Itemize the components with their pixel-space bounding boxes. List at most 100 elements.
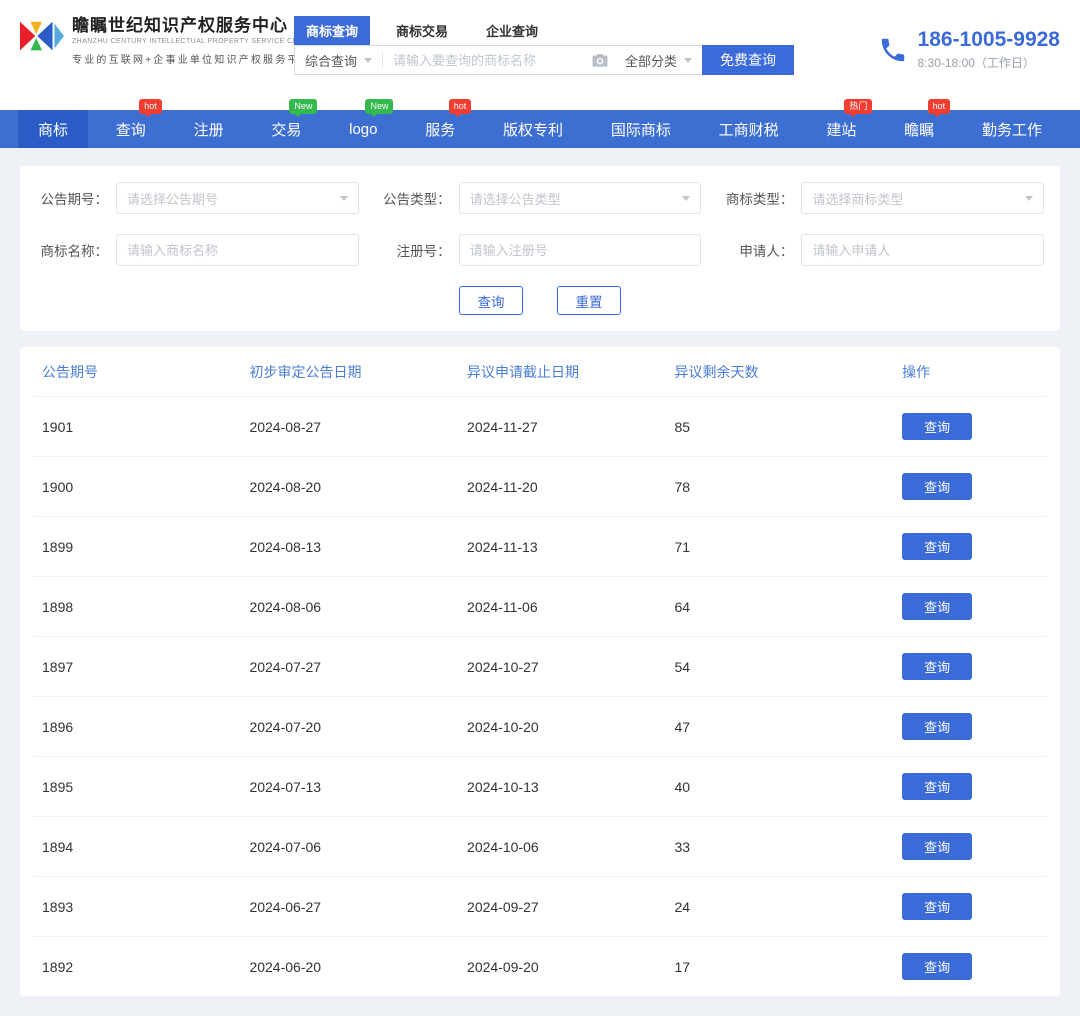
row-query-button[interactable]: 查询 bbox=[902, 533, 972, 560]
filter-actions: 查询 重置 bbox=[36, 286, 1044, 315]
table-row: 18932024-06-272024-09-2724查询 bbox=[34, 877, 1046, 937]
cell-deadline: 2024-11-20 bbox=[459, 457, 666, 517]
reset-button[interactable]: 重置 bbox=[557, 286, 621, 315]
nav-item-label: 国际商标 bbox=[611, 119, 671, 140]
cell-deadline: 2024-10-27 bbox=[459, 637, 666, 697]
query-button[interactable]: 查询 bbox=[459, 286, 523, 315]
column-header: 初步审定公告日期 bbox=[241, 347, 459, 397]
table-header-row: 公告期号初步审定公告日期异议申请截止日期异议剩余天数操作 bbox=[34, 347, 1046, 397]
nav-item-search[interactable]: 查询hot bbox=[96, 110, 166, 148]
header-search-block: 商标查询商标交易企业查询 综合查询 全部分类 bbox=[294, 16, 794, 75]
trademark-type-select[interactable]: 请选择商标类型 bbox=[801, 182, 1044, 214]
nav-item-label: 瞻瞩 bbox=[904, 119, 934, 140]
cell-deadline: 2024-11-06 bbox=[459, 577, 666, 637]
cell-days_left: 17 bbox=[666, 937, 894, 997]
tab-trademark-search[interactable]: 商标查询 bbox=[294, 16, 370, 45]
trademark-name-input[interactable] bbox=[116, 234, 359, 266]
logo-tagline: 专业的互联网+企事业单位知识产权服务平台 bbox=[72, 51, 318, 66]
results-table: 公告期号初步审定公告日期异议申请截止日期异议剩余天数操作 19012024-08… bbox=[34, 347, 1046, 996]
cell-action: 查询 bbox=[894, 937, 1046, 997]
row-query-button[interactable]: 查询 bbox=[902, 773, 972, 800]
cell-period: 1900 bbox=[34, 457, 241, 517]
table-row: 18982024-08-062024-11-0664查询 bbox=[34, 577, 1046, 637]
free-search-button[interactable]: 免费查询 bbox=[702, 45, 794, 75]
phone-number: 186-1005-9928 bbox=[918, 28, 1060, 51]
cell-period: 1892 bbox=[34, 937, 241, 997]
table-row: 18942024-07-062024-10-0633查询 bbox=[34, 817, 1046, 877]
row-query-button[interactable]: 查询 bbox=[902, 593, 972, 620]
camera-icon[interactable] bbox=[585, 51, 615, 69]
cell-pub_date: 2024-08-13 bbox=[241, 517, 459, 577]
column-header: 异议申请截止日期 bbox=[459, 347, 666, 397]
filter-field-registration-number: 注册号： bbox=[379, 234, 702, 266]
nav-item-zhanzhu[interactable]: 瞻瞩hot bbox=[884, 110, 954, 148]
cell-deadline: 2024-10-06 bbox=[459, 817, 666, 877]
page: 瞻瞩世纪知识产权服务中心 ZHANZHU CENTURY INTELLECTUA… bbox=[0, 0, 1080, 996]
row-query-button[interactable]: 查询 bbox=[902, 713, 972, 740]
cell-period: 1893 bbox=[34, 877, 241, 937]
nav-item-copyright-patent[interactable]: 版权专利 bbox=[483, 110, 583, 148]
tab-company-search[interactable]: 企业查询 bbox=[474, 16, 550, 45]
nav-item-intl-trademark[interactable]: 国际商标 bbox=[591, 110, 691, 148]
row-query-button[interactable]: 查询 bbox=[902, 653, 972, 680]
filter-rows: 公告期号：请选择公告期号公告类型：请选择公告类型商标类型：请选择商标类型商标名称… bbox=[36, 182, 1044, 266]
tab-trademark-trade[interactable]: 商标交易 bbox=[384, 16, 460, 45]
row-query-button[interactable]: 查询 bbox=[902, 833, 972, 860]
nav-item-service[interactable]: 服务hot bbox=[405, 110, 475, 148]
nav-item-business-finance-tax[interactable]: 工商财税 bbox=[699, 110, 799, 148]
nav-badge: New bbox=[289, 99, 317, 114]
class-filter-label: 全部分类 bbox=[625, 51, 677, 70]
row-query-button[interactable]: 查询 bbox=[902, 953, 972, 980]
cell-pub_date: 2024-07-13 bbox=[241, 757, 459, 817]
table-head: 公告期号初步审定公告日期异议申请截止日期异议剩余天数操作 bbox=[34, 347, 1046, 397]
cell-pub_date: 2024-08-20 bbox=[241, 457, 459, 517]
select-placeholder: 请选择商标类型 bbox=[812, 189, 903, 208]
filter-label: 公告期号： bbox=[36, 188, 116, 208]
nav-item-logo[interactable]: logoNew bbox=[329, 110, 397, 148]
cell-days_left: 64 bbox=[666, 577, 894, 637]
nav-item-label: 勤务工作 bbox=[982, 119, 1042, 140]
filter-label: 申请人： bbox=[721, 240, 801, 260]
announcement-type-select[interactable]: 请选择公告类型 bbox=[459, 182, 702, 214]
cell-days_left: 78 bbox=[666, 457, 894, 517]
select-placeholder: 请选择公告期号 bbox=[127, 189, 218, 208]
business-hours: 8:30-18:00（工作日） bbox=[918, 54, 1060, 71]
nav-item-trademark[interactable]: 商标 bbox=[18, 110, 88, 148]
cell-period: 1899 bbox=[34, 517, 241, 577]
main-nav: 商标查询hot注册交易NewlogoNew服务hot版权专利国际商标工商财税建站… bbox=[0, 110, 1080, 148]
cell-pub_date: 2024-07-20 bbox=[241, 697, 459, 757]
applicant-input[interactable] bbox=[801, 234, 1044, 266]
chevron-down-icon bbox=[684, 58, 692, 63]
nav-item-service-work[interactable]: 勤务工作 bbox=[962, 110, 1062, 148]
search-category-dropdown[interactable]: 综合查询 bbox=[295, 51, 383, 69]
nav-badge: hot bbox=[139, 99, 162, 114]
cell-action: 查询 bbox=[894, 817, 1046, 877]
contact-info: 186-1005-9928 8:30-18:00（工作日） bbox=[878, 16, 1060, 71]
filter-row: 公告期号：请选择公告期号公告类型：请选择公告类型商标类型：请选择商标类型 bbox=[36, 182, 1044, 214]
cell-days_left: 33 bbox=[666, 817, 894, 877]
nav-item-label: 建站 bbox=[826, 119, 856, 140]
cell-action: 查询 bbox=[894, 577, 1046, 637]
table-row: 18992024-08-132024-11-1371查询 bbox=[34, 517, 1046, 577]
search-input[interactable] bbox=[383, 46, 585, 74]
contact-text: 186-1005-9928 8:30-18:00（工作日） bbox=[918, 28, 1060, 71]
filter-label: 注册号： bbox=[379, 240, 459, 260]
cell-deadline: 2024-09-27 bbox=[459, 877, 666, 937]
nav-item-website-build[interactable]: 建站热门 bbox=[806, 110, 876, 148]
cell-action: 查询 bbox=[894, 697, 1046, 757]
cell-period: 1901 bbox=[34, 397, 241, 457]
cell-pub_date: 2024-08-06 bbox=[241, 577, 459, 637]
select-placeholder: 请选择公告类型 bbox=[470, 189, 561, 208]
nav-item-register[interactable]: 注册 bbox=[174, 110, 244, 148]
nav-item-label: 注册 bbox=[194, 119, 224, 140]
nav-item-label: 版权专利 bbox=[503, 119, 563, 140]
row-query-button[interactable]: 查询 bbox=[902, 413, 972, 440]
row-query-button[interactable]: 查询 bbox=[902, 473, 972, 500]
registration-number-input[interactable] bbox=[459, 234, 702, 266]
announcement-period-select[interactable]: 请选择公告期号 bbox=[116, 182, 359, 214]
site-logo[interactable]: 瞻瞩世纪知识产权服务中心 ZHANZHU CENTURY INTELLECTUA… bbox=[20, 16, 288, 66]
nav-item-label: 交易 bbox=[271, 119, 301, 140]
class-filter-dropdown[interactable]: 全部分类 bbox=[615, 51, 702, 70]
cell-days_left: 47 bbox=[666, 697, 894, 757]
nav-item-trade[interactable]: 交易New bbox=[251, 110, 321, 148]
